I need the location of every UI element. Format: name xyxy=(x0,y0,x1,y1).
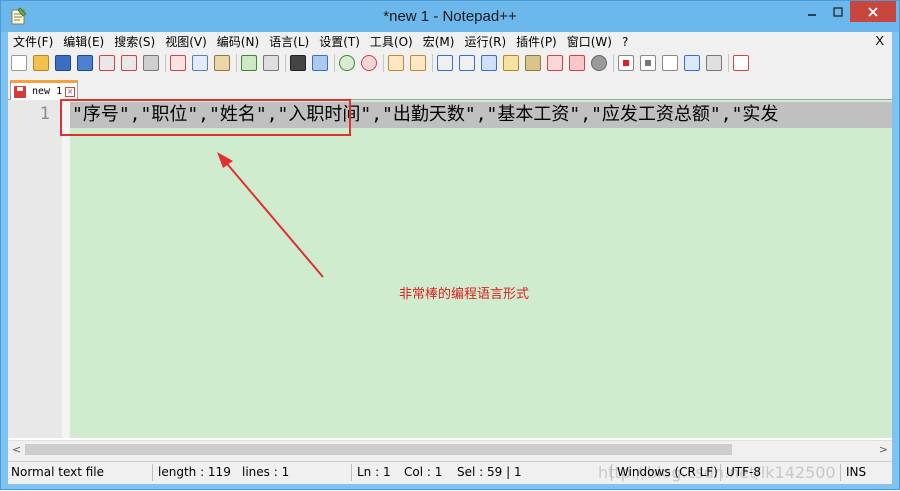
annotation-text: 非常棒的编程语言形式 xyxy=(399,287,530,302)
notepad-window: *new 1 - Notepad++ 文件(F) 编辑(E) 搜索(S) 视图(… xyxy=(0,0,900,490)
annotation-arrow xyxy=(217,152,324,278)
